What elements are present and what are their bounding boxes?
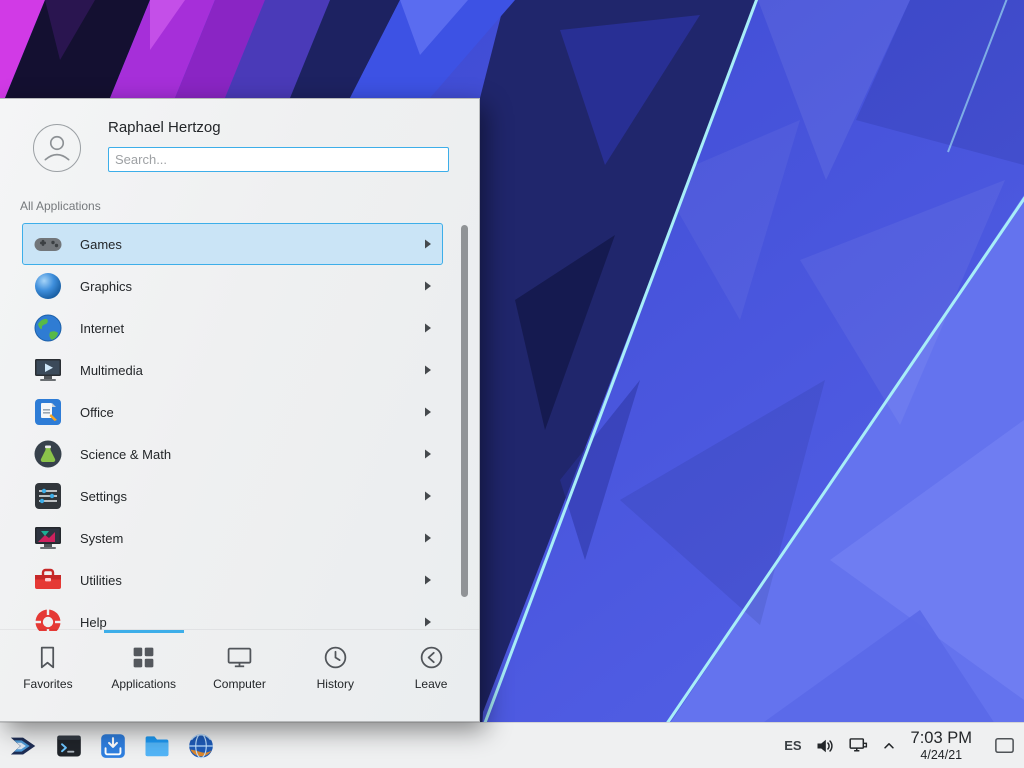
menu-item-science-math[interactable]: Science & Math	[22, 433, 443, 475]
menu-item-label: Settings	[80, 489, 127, 504]
taskbar-app-launchers	[0, 731, 215, 761]
multimedia-icon	[32, 354, 64, 386]
category-list: Games Graphics Internet Multimedia	[0, 223, 479, 631]
menu-item-label: Graphics	[80, 279, 132, 294]
kali-launcher-icon	[9, 731, 39, 761]
application-launcher-button[interactable]	[9, 731, 39, 761]
taskbar: ES 7:03 PM 4/24/21	[0, 722, 1024, 768]
monitor-icon	[226, 644, 253, 671]
network-icon[interactable]	[848, 735, 869, 756]
internet-icon	[32, 312, 64, 344]
menu-item-label: Science & Math	[80, 447, 171, 462]
launcher-tab-bar: Favorites Applications Computer History …	[0, 629, 479, 721]
utilities-icon	[32, 564, 64, 596]
search-input[interactable]	[108, 147, 449, 172]
bookmark-icon	[34, 644, 61, 671]
menu-item-graphics[interactable]: Graphics	[22, 265, 443, 307]
menu-item-office[interactable]: Office	[22, 391, 443, 433]
avatar[interactable]	[33, 124, 81, 172]
chevron-right-icon	[424, 575, 432, 585]
tab-leave[interactable]: Leave	[383, 630, 479, 721]
clock-time: 7:03 PM	[911, 729, 972, 748]
software-center-icon	[99, 732, 127, 760]
section-label: All Applications	[20, 199, 101, 213]
user-icon	[37, 128, 77, 168]
chevron-right-icon	[424, 533, 432, 543]
menu-item-settings[interactable]: Settings	[22, 475, 443, 517]
scrollbar[interactable]	[461, 225, 468, 597]
menu-item-system[interactable]: System	[22, 517, 443, 559]
menu-item-label: Internet	[80, 321, 124, 336]
applications-grid-icon	[130, 644, 157, 671]
science-icon	[32, 438, 64, 470]
chevron-right-icon	[424, 491, 432, 501]
tab-computer[interactable]: Computer	[192, 630, 288, 721]
clock-date: 4/24/21	[911, 748, 972, 762]
show-desktop-button[interactable]	[987, 734, 1016, 757]
tab-history[interactable]: History	[287, 630, 383, 721]
menu-item-label: Utilities	[80, 573, 122, 588]
menu-item-label: Multimedia	[80, 363, 143, 378]
software-center-button[interactable]	[99, 732, 127, 760]
system-tray: ES 7:03 PM 4/24/21	[784, 729, 1024, 762]
application-launcher-popup: Raphael Hertzog All Applications Games G…	[0, 98, 480, 722]
menu-item-help[interactable]: Help	[22, 601, 443, 631]
menu-item-utilities[interactable]: Utilities	[22, 559, 443, 601]
chevron-right-icon	[424, 449, 432, 459]
chevron-right-icon	[424, 239, 432, 249]
keyboard-layout-indicator[interactable]: ES	[784, 738, 801, 753]
chevron-right-icon	[424, 281, 432, 291]
show-desktop-icon	[993, 734, 1016, 757]
chevron-right-icon	[424, 365, 432, 375]
menu-item-label: Help	[80, 615, 107, 630]
help-icon	[32, 606, 64, 631]
chevron-right-icon	[424, 323, 432, 333]
web-browser-button[interactable]	[187, 732, 215, 760]
clock-icon	[322, 644, 349, 671]
tab-favorites[interactable]: Favorites	[0, 630, 96, 721]
tab-applications[interactable]: Applications	[96, 630, 192, 721]
graphics-icon	[32, 270, 64, 302]
settings-icon	[32, 480, 64, 512]
clock[interactable]: 7:03 PM 4/24/21	[911, 729, 972, 762]
menu-item-label: Office	[80, 405, 114, 420]
games-icon	[32, 228, 64, 260]
terminal-icon	[55, 732, 83, 760]
file-manager-button[interactable]	[143, 732, 171, 760]
user-name: Raphael Hertzog	[108, 119, 221, 136]
system-icon	[32, 522, 64, 554]
globe-icon	[187, 732, 215, 760]
chevron-right-icon	[424, 407, 432, 417]
chevron-right-icon	[424, 617, 432, 627]
terminal-launcher-button[interactable]	[55, 732, 83, 760]
menu-item-multimedia[interactable]: Multimedia	[22, 349, 443, 391]
menu-item-games[interactable]: Games	[22, 223, 443, 265]
office-icon	[32, 396, 64, 428]
folder-icon	[143, 732, 171, 760]
menu-item-internet[interactable]: Internet	[22, 307, 443, 349]
leave-icon	[418, 644, 445, 671]
menu-item-label: System	[80, 531, 123, 546]
volume-icon[interactable]	[815, 736, 835, 756]
menu-item-label: Games	[80, 237, 122, 252]
expand-caret-icon[interactable]	[882, 739, 896, 753]
